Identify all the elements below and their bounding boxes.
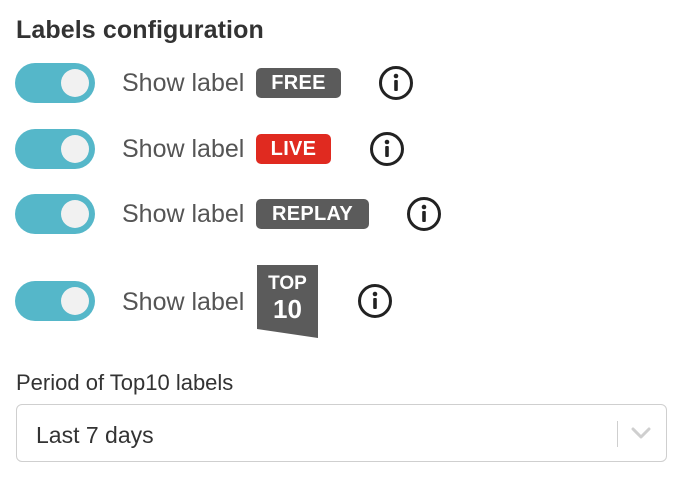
show-label-text: Show label: [122, 69, 245, 97]
toggle-knob: [61, 135, 89, 163]
badge-replay: REPLAY: [256, 199, 369, 229]
info-circle-icon[interactable]: [369, 131, 405, 167]
info-circle-icon[interactable]: [378, 65, 414, 101]
badge-top10-line2: 10: [273, 294, 302, 324]
toggle-replay[interactable]: [15, 194, 95, 234]
chevron-down-icon[interactable]: [630, 425, 652, 441]
period-selected-value: Last 7 days: [36, 422, 154, 448]
show-label-text: Show label: [122, 200, 245, 228]
badge-free: FREE: [256, 68, 341, 98]
toggle-knob: [61, 287, 89, 315]
period-select[interactable]: Last 7 days: [16, 404, 667, 462]
badge-top10: TOP 10: [257, 265, 318, 338]
section-title: Labels configuration: [16, 16, 264, 44]
badge-top10-line1: TOP: [268, 273, 307, 294]
period-field-label: Period of Top10 labels: [16, 370, 234, 395]
toggle-top10[interactable]: [15, 281, 95, 321]
toggle-knob: [61, 200, 89, 228]
toggle-knob: [61, 69, 89, 97]
badge-live: LIVE: [256, 134, 331, 164]
show-label-text: Show label: [122, 135, 245, 163]
select-separator: [617, 421, 618, 447]
labels-configuration-panel: Labels configuration Show label FREE Sho…: [0, 0, 678, 484]
toggle-live[interactable]: [15, 129, 95, 169]
show-label-text: Show label: [122, 288, 245, 316]
toggle-free[interactable]: [15, 63, 95, 103]
info-circle-icon[interactable]: [357, 283, 393, 319]
info-circle-icon[interactable]: [406, 196, 442, 232]
